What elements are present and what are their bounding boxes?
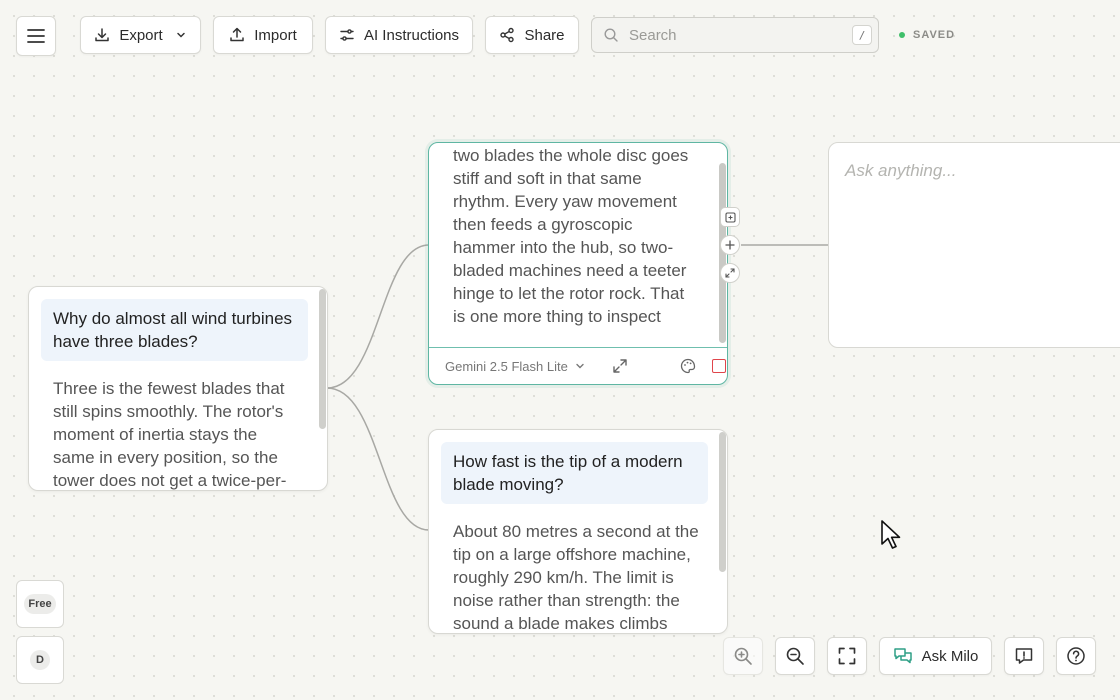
ask-milo-label: Ask Milo xyxy=(921,647,979,665)
active-node-footer: Gemini 2.5 Flash Lite xyxy=(429,347,727,384)
import-label: Import xyxy=(254,26,297,44)
ask-milo-button[interactable]: Ask Milo xyxy=(879,637,992,675)
share-label: Share xyxy=(524,26,565,44)
palette-icon[interactable] xyxy=(680,358,696,374)
sliders-icon xyxy=(340,29,354,41)
model-label: Gemini 2.5 Flash Lite xyxy=(445,358,568,374)
menu-button[interactable] xyxy=(16,16,56,56)
root-answer: Three is the fewest blades that still sp… xyxy=(53,379,287,490)
saved-dot-icon xyxy=(899,32,905,38)
fit-view-button[interactable] xyxy=(827,637,867,675)
export-label: Export xyxy=(119,26,163,44)
tip-node-card[interactable]: How fast is the tip of a modern blade mo… xyxy=(428,429,728,634)
plan-badge[interactable]: Free xyxy=(16,580,64,628)
zoom-out-button[interactable] xyxy=(775,637,815,675)
ask-placeholder: Ask anything... xyxy=(845,161,957,180)
feedback-icon xyxy=(1015,648,1033,664)
avatar: D xyxy=(30,650,50,670)
tip-scrollbar[interactable] xyxy=(719,432,726,572)
branch-icon xyxy=(724,211,736,223)
plus-icon xyxy=(725,240,735,250)
download-icon xyxy=(95,28,110,42)
mouse-cursor-icon xyxy=(881,520,901,549)
export-button[interactable]: Export xyxy=(80,16,201,54)
help-button[interactable] xyxy=(1056,637,1096,675)
zoom-in-icon xyxy=(734,647,752,665)
chat-bubbles-icon xyxy=(893,648,912,664)
save-status-label: SAVED xyxy=(913,29,956,41)
active-node-card[interactable]: two blades the whole disc goes stiff and… xyxy=(428,142,728,385)
hamburger-icon xyxy=(27,29,45,43)
branch-node-button[interactable] xyxy=(720,207,740,227)
ai-instructions-label: AI Instructions xyxy=(363,26,460,44)
share-icon xyxy=(500,27,515,43)
ask-input-card[interactable]: Ask anything... xyxy=(828,142,1120,348)
resize-icon xyxy=(725,268,735,278)
root-node-card[interactable]: Why do almost all wind turbines have thr… xyxy=(28,286,328,491)
model-selector[interactable]: Gemini 2.5 Flash Lite xyxy=(445,359,586,374)
root-question: Why do almost all wind turbines have thr… xyxy=(41,299,308,361)
search-input[interactable]: Search / xyxy=(591,17,879,53)
root-scrollbar[interactable] xyxy=(319,289,326,429)
feedback-button[interactable] xyxy=(1004,637,1044,675)
search-placeholder: Search xyxy=(629,26,677,44)
user-avatar-button[interactable]: D xyxy=(16,636,64,684)
share-button[interactable]: Share xyxy=(485,16,579,54)
search-shortcut-key: / xyxy=(852,25,872,45)
connector-root-to-tip xyxy=(326,387,430,531)
upload-icon xyxy=(230,27,244,42)
zoom-in-button[interactable] xyxy=(723,637,763,675)
connector-root-to-active xyxy=(326,244,430,389)
search-icon xyxy=(604,28,618,42)
zoom-out-icon xyxy=(786,647,804,665)
save-status: SAVED xyxy=(899,29,955,41)
help-icon xyxy=(1067,647,1085,665)
expand-icon[interactable] xyxy=(612,358,628,374)
tip-question: How fast is the tip of a modern blade mo… xyxy=(441,442,708,504)
tip-answer: About 80 metres a second at the tip on a… xyxy=(453,522,699,633)
chevron-down-icon xyxy=(576,363,584,369)
active-answer: two blades the whole disc goes stiff and… xyxy=(453,146,689,326)
add-node-button[interactable] xyxy=(720,235,740,255)
ai-instructions-button[interactable]: AI Instructions xyxy=(325,16,473,54)
import-button[interactable]: Import xyxy=(213,16,313,54)
chevron-down-icon xyxy=(176,32,185,38)
resize-node-button[interactable] xyxy=(720,263,740,283)
color-swatch-button[interactable] xyxy=(711,359,726,373)
plan-label: Free xyxy=(24,594,56,614)
fullscreen-icon xyxy=(838,647,856,665)
